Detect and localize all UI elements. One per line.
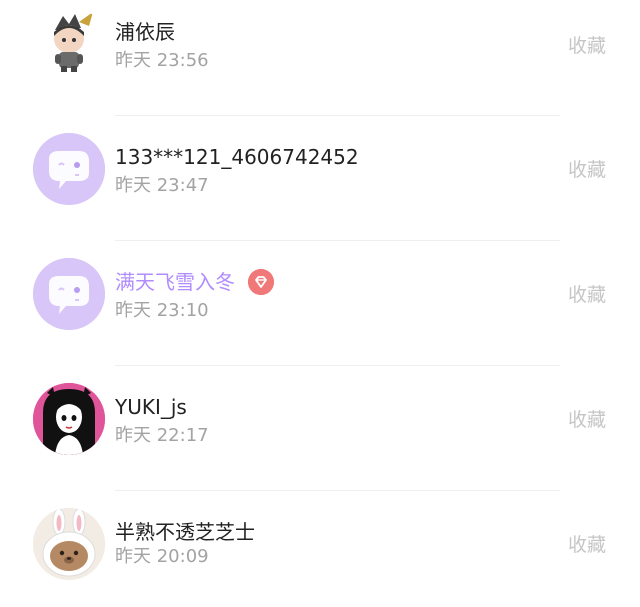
list-item[interactable]: 133***121_4606742452 昨天 23:47 收藏 (0, 105, 640, 230)
user-name: 半熟不透芝芝士 (115, 520, 255, 544)
list-item[interactable]: 浦依辰 昨天 23:56 收藏 (0, 0, 640, 105)
collect-button[interactable]: 收藏 (568, 283, 606, 307)
avatar[interactable] (33, 6, 105, 78)
list-item[interactable]: 满天飞雪入冬 昨天 23:10 收藏 (0, 230, 640, 355)
timestamp: 昨天 23:10 (115, 300, 209, 321)
collection-list: 浦依辰 昨天 23:56 收藏 133***121_4606742452 昨天 … (0, 0, 640, 607)
anime-girl-avatar (33, 383, 105, 455)
user-name: 133***121_4606742452 (115, 145, 359, 169)
user-name: 满天飞雪入冬 (115, 270, 235, 294)
bunny-hood-bear-avatar (33, 508, 105, 580)
default-chat-bubble-avatar (33, 258, 105, 330)
avatar[interactable] (33, 133, 105, 205)
chibi-character-avatar (33, 6, 105, 78)
collect-button[interactable]: 收藏 (568, 408, 606, 432)
collect-button[interactable]: 收藏 (568, 158, 606, 182)
avatar[interactable] (33, 258, 105, 330)
timestamp: 昨天 23:56 (115, 50, 209, 71)
list-item[interactable]: 半熟不透芝芝士 昨天 20:09 收藏 (0, 480, 640, 605)
avatar[interactable] (33, 508, 105, 580)
diamond-vip-icon (248, 269, 274, 295)
list-item[interactable]: YUKI_js 昨天 22:17 收藏 (0, 355, 640, 480)
default-chat-bubble-avatar (33, 133, 105, 205)
collect-button[interactable]: 收藏 (568, 533, 606, 557)
collect-button[interactable]: 收藏 (568, 34, 606, 58)
avatar[interactable] (33, 383, 105, 455)
timestamp: 昨天 23:47 (115, 175, 209, 196)
timestamp: 昨天 22:17 (115, 425, 209, 446)
user-name: 浦依辰 (115, 20, 175, 44)
user-name: YUKI_js (115, 395, 187, 419)
timestamp: 昨天 20:09 (115, 546, 209, 567)
